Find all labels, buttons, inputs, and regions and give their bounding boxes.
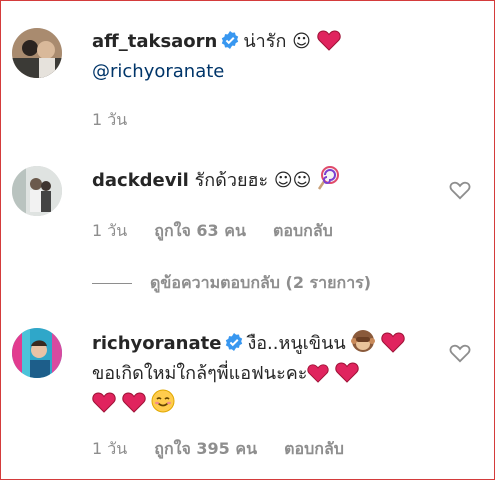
replies-divider	[92, 283, 132, 284]
avatar[interactable]	[12, 328, 62, 378]
like-heart-outline-icon[interactable]	[449, 343, 471, 363]
comment-text-line-2: ขอเกิดใหม่ใกล้ๆพี่แอฟนะคะ	[92, 363, 308, 384]
comment-time[interactable]: 1 วัน	[92, 110, 127, 129]
username[interactable]: richyoranate	[92, 333, 221, 354]
mention-link[interactable]: @richyoranate	[92, 61, 224, 82]
avatar[interactable]	[12, 28, 62, 78]
comment-body: aff_taksaorn น่ารัก ☺ @richyoranate	[92, 27, 435, 87]
comment-body: dackdevil รักด้วยฮะ ☺☺	[92, 166, 435, 196]
view-replies-label: ดูข้อความตอบกลับ (2 รายการ)	[150, 273, 372, 292]
comment-meta: 1 วัน ถูกใจ 395 คน ตอบกลับ	[92, 437, 366, 462]
reply-button[interactable]: ตอบกลับ	[284, 439, 344, 458]
red-heart-icon	[122, 392, 146, 413]
like-heart-outline-icon[interactable]	[449, 180, 471, 200]
verified-badge-icon	[222, 31, 239, 49]
two-hearts-icon	[92, 392, 116, 413]
comment-text: งือ..หนูเขินน	[247, 333, 346, 354]
smiling-face-icon	[151, 389, 175, 413]
red-heart-icon	[316, 30, 341, 51]
monkey-icon	[351, 330, 376, 352]
comment-text: น่ารัก ☺	[243, 31, 311, 52]
verified-badge-icon	[226, 333, 243, 351]
comment-text: รักด้วยฮะ ☺☺	[194, 170, 312, 191]
lollipop-icon	[318, 166, 340, 190]
comment-time[interactable]: 1 วัน	[92, 221, 127, 240]
comment-time[interactable]: 1 วัน	[92, 439, 127, 458]
two-hearts-icon	[307, 364, 330, 383]
view-replies-button[interactable]: ดูข้อความตอบกลับ (2 รายการ)	[92, 268, 371, 298]
like-count[interactable]: ถูกใจ 395 คน	[154, 439, 257, 458]
reply-button[interactable]: ตอบกลับ	[273, 221, 333, 240]
comment-meta: 1 วัน ถูกใจ 63 คน ตอบกลับ	[92, 219, 355, 244]
username[interactable]: dackdevil	[92, 170, 189, 191]
red-heart-icon	[381, 332, 405, 353]
comment-body: richyoranate งือ..หนูเขินน ขอเกิดใหม่ใกล้…	[92, 329, 445, 419]
like-count[interactable]: ถูกใจ 63 คน	[154, 221, 246, 240]
red-heart-icon	[335, 362, 359, 383]
avatar[interactable]	[12, 166, 62, 216]
username[interactable]: aff_taksaorn	[92, 31, 217, 52]
comment-meta: 1 วัน	[92, 108, 149, 133]
